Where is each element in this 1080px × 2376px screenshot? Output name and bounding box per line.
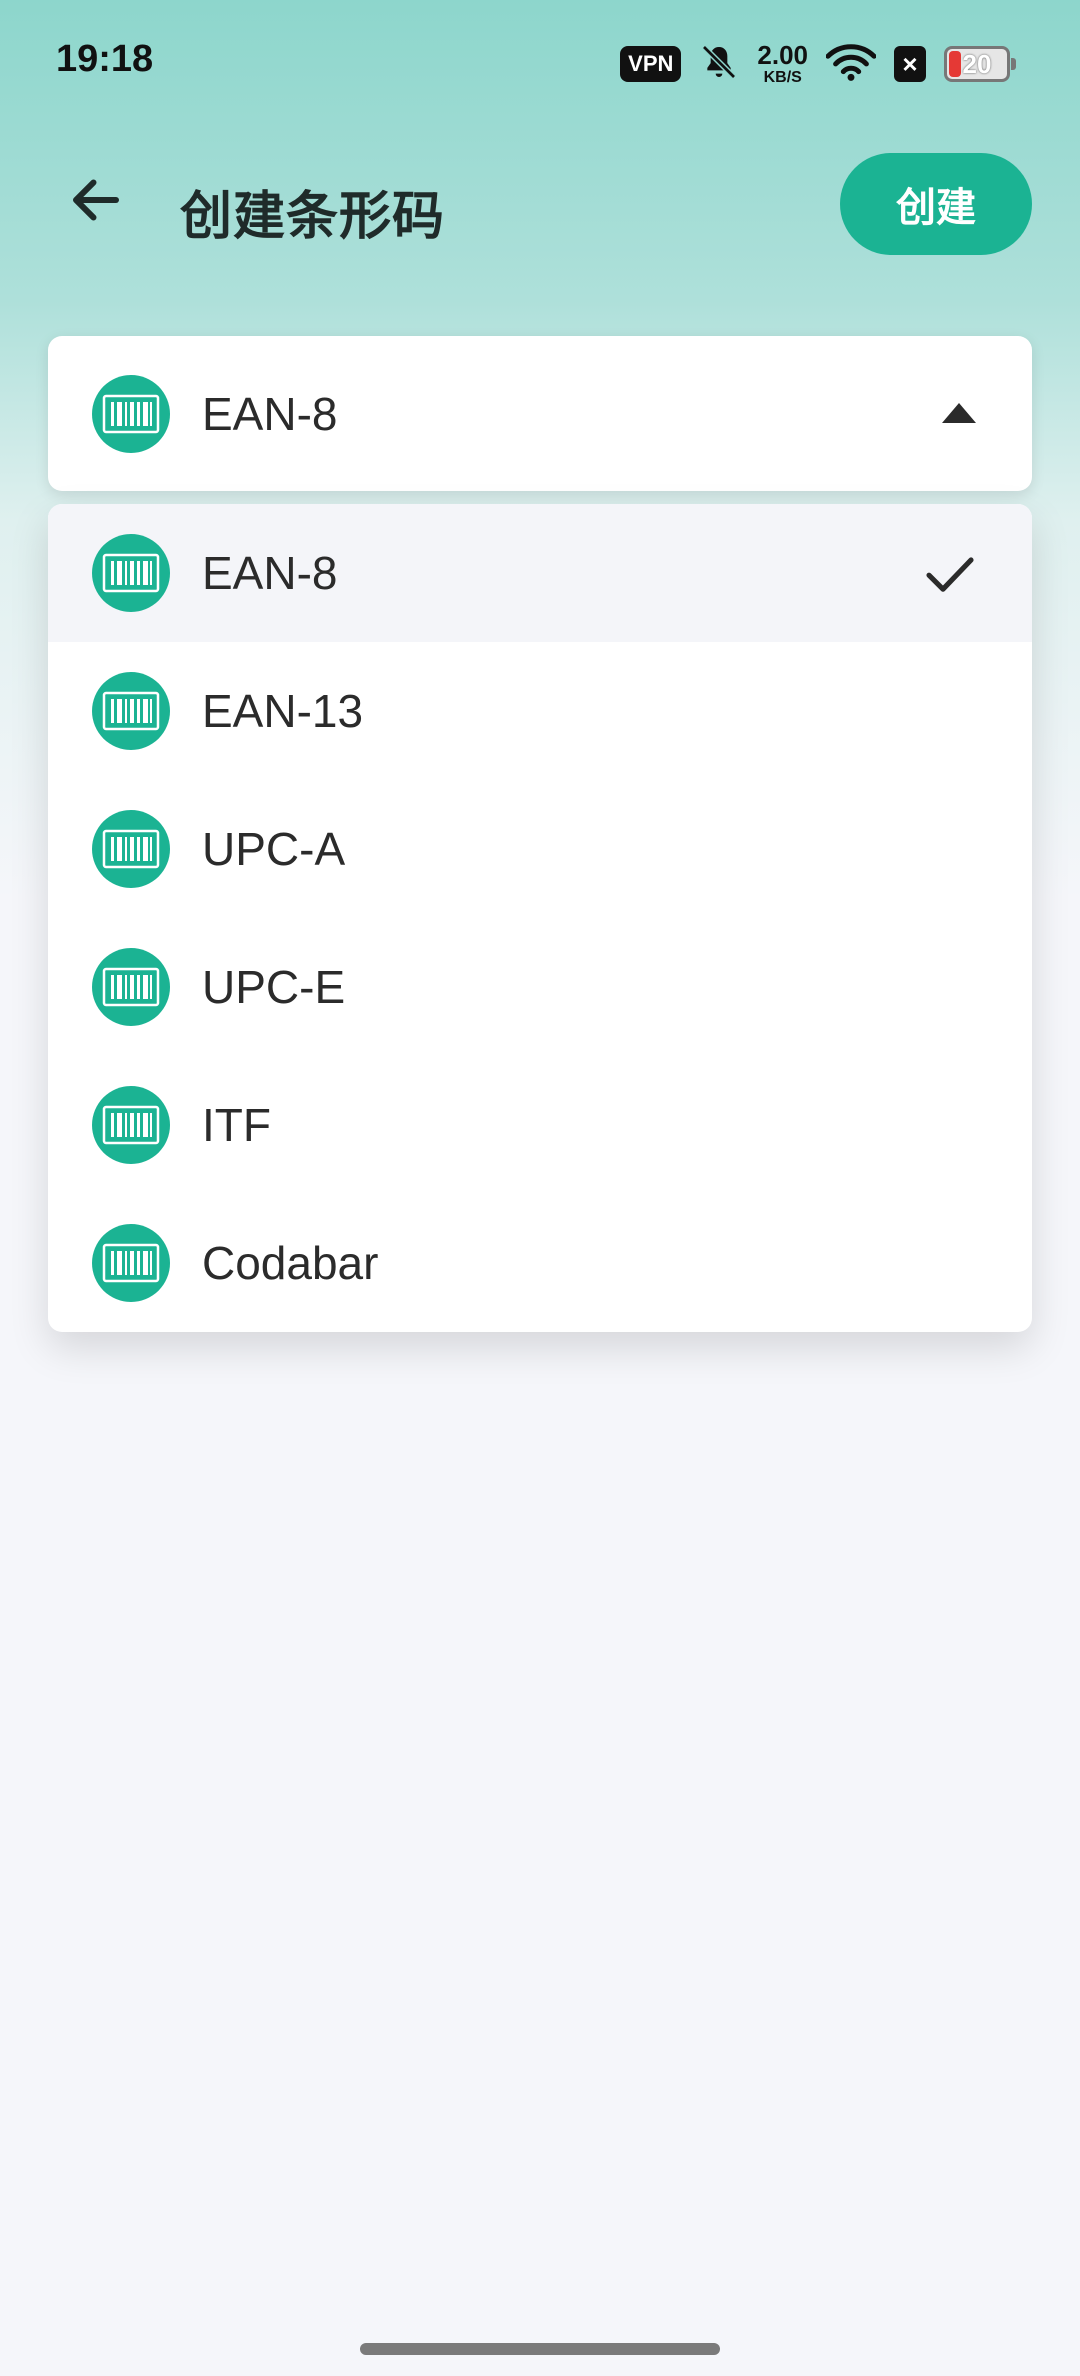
- status-bar: 19:18 VPN 2.00 KB/S × 20: [0, 0, 1080, 130]
- dropdown-item-label: ITF: [202, 1099, 271, 1151]
- bell-muted-icon: [699, 42, 739, 87]
- app-notification-icon: ×: [894, 46, 926, 82]
- barcode-icon: [92, 1086, 170, 1164]
- page-title: 创建条形码: [180, 188, 446, 246]
- dropdown-item-label: EAN-8: [202, 547, 338, 599]
- dropdown-item-label: EAN-13: [202, 685, 364, 737]
- arrow-left-icon: [73, 179, 119, 221]
- barcode-type-select[interactable]: EAN-8: [48, 336, 1032, 491]
- selected-type-label: EAN-8: [202, 387, 338, 440]
- back-button[interactable]: [56, 160, 136, 240]
- dropdown-item-codabar[interactable]: Codabar: [48, 1194, 1032, 1332]
- speed-value: 2.00: [757, 40, 808, 70]
- gesture-nav-bar[interactable]: [360, 2343, 720, 2355]
- barcode-icon: [92, 672, 170, 750]
- dropdown-item-upc-e[interactable]: UPC-E: [48, 918, 1032, 1056]
- dropdown-item-label: UPC-A: [202, 823, 346, 875]
- status-icons: VPN 2.00 KB/S × 20: [620, 40, 1016, 88]
- barcode-type-dropdown: EAN-8 EAN-13 UPC-A UPC-E ITF Codabar: [48, 504, 1032, 1332]
- create-button[interactable]: 创建: [840, 153, 1032, 255]
- battery-icon: 20: [944, 46, 1016, 82]
- dropdown-item-itf[interactable]: ITF: [48, 1056, 1032, 1194]
- battery-level: 20: [962, 48, 992, 79]
- dropdown-item-upc-a[interactable]: UPC-A: [48, 780, 1032, 918]
- barcode-icon: [92, 374, 170, 453]
- dropdown-item-label: Codabar: [202, 1237, 379, 1289]
- dropdown-item-label: UPC-E: [202, 961, 346, 1013]
- wifi-icon: [825, 42, 877, 87]
- dropdown-item-ean-13[interactable]: EAN-13: [48, 642, 1032, 780]
- status-time: 19:18: [56, 38, 154, 80]
- check-icon: [926, 557, 974, 592]
- barcode-icon: [92, 810, 170, 888]
- network-speed: 2.00 KB/S: [757, 42, 808, 86]
- barcode-icon: [92, 534, 170, 612]
- dropdown-item-ean-8[interactable]: EAN-8: [48, 504, 1032, 642]
- speed-unit: KB/S: [763, 69, 802, 86]
- barcode-icon: [92, 948, 170, 1026]
- caret-up-icon: [942, 403, 976, 423]
- barcode-icon: [92, 1224, 170, 1302]
- battery-fill: [949, 51, 961, 77]
- vpn-icon: VPN: [620, 46, 682, 82]
